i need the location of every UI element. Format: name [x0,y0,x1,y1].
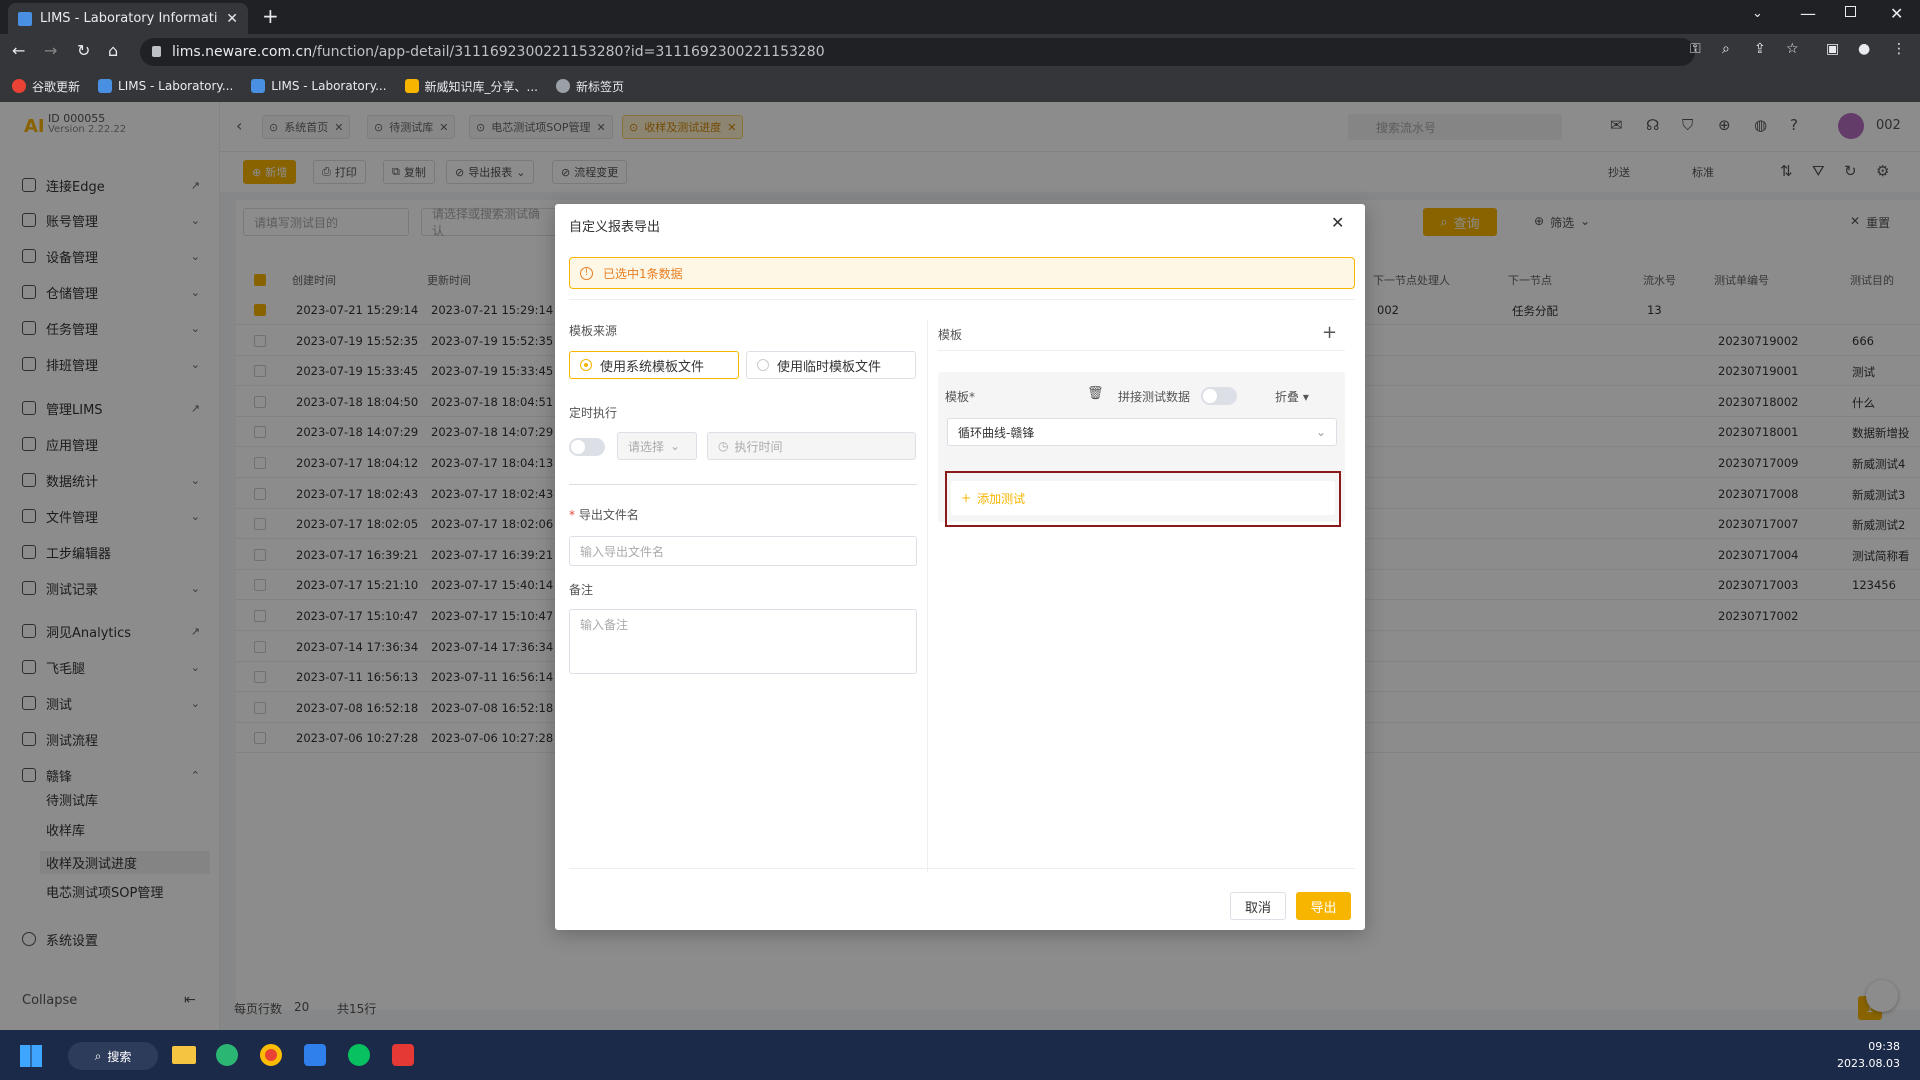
chrome-icon[interactable] [260,1044,282,1066]
plus-icon: + [961,491,972,505]
bookmarks-bar: 谷歌更新 LIMS - Laboratory... LIMS - Laborat… [0,70,1920,102]
forward-icon[interactable]: → [44,41,57,60]
bookmark-item[interactable]: LIMS - Laboratory... [98,79,233,93]
radio-dot [757,359,769,371]
folder-icon[interactable] [172,1046,196,1064]
chrome-icon [12,79,26,93]
share-icon[interactable]: ⇪ [1754,41,1766,57]
browser-tab-strip: LIMS - Laboratory Information ✕ + ⌄ — ✕ [0,0,1920,34]
required-mark: * [569,508,579,522]
star-icon[interactable]: ☆ [1786,41,1799,57]
edge-icon[interactable] [216,1044,238,1066]
url-domain: lims.neware.com.cn [172,44,313,60]
caret-down-icon: ▾ [1302,390,1309,404]
home-icon[interactable]: ⌂ [108,41,118,60]
reload-icon[interactable]: ↻ [77,41,90,60]
bookmark-item[interactable]: 新标签页 [556,78,624,95]
schedule-select[interactable]: 请选择 ⌄ [617,432,697,460]
column-divider [927,320,928,872]
concat-label: 拼接测试数据 [1118,390,1191,404]
trash-icon[interactable]: 🗑 [1087,386,1104,401]
knowledge-icon [404,79,419,93]
export-dialog: 自定义报表导出 ✕ ! 已选中1条数据 模板来源 使用系统模板文件 使用临时模板… [555,204,1365,930]
minimize-icon[interactable]: — [1800,4,1816,23]
tab-search-icon[interactable]: ⌄ [1752,6,1763,21]
remark-label: 备注 [569,583,594,597]
taskbar-search[interactable]: ⌕ 搜索 [68,1042,158,1070]
add-test-button[interactable]: + 添加测试 [951,481,1335,515]
sidepanel-icon[interactable]: ▣ [1826,41,1839,57]
use-system-template-option[interactable]: 使用系统模板文件 [569,351,739,379]
radio-dot [580,359,592,371]
lims-icon [98,79,113,93]
template-source-label: 模板来源 [569,324,618,338]
profile-icon[interactable]: ● [1858,41,1870,57]
bookmark-item[interactable]: LIMS - Laboratory... [251,79,387,93]
remark-textarea[interactable]: 输入备注 [569,609,917,674]
divider [569,299,1355,300]
wechat-icon[interactable] [348,1044,370,1066]
clock-date: 2023.08.03 [1837,1057,1900,1070]
chevron-down-icon: ⌄ [670,439,681,453]
filename-label: * 导出文件名 [569,508,639,522]
windows-start-icon[interactable] [20,1045,42,1067]
selection-alert: ! 已选中1条数据 [569,257,1355,289]
windows-taskbar: ⌕ 搜索 09:38 2023.08.03 [0,1030,1920,1080]
template-select[interactable]: 循环曲线-赣锋 ⌄ [947,418,1337,446]
restore-icon[interactable] [1845,6,1856,17]
template-panel-label: 模板 [938,328,963,342]
zoom-icon[interactable]: ⌕ [1722,41,1730,57]
dialog-title: 自定义报表导出 [569,220,661,235]
address-bar[interactable]: lims.neware.com.cn/function/app-detail/3… [140,38,1695,66]
schedule-toggle[interactable] [569,438,605,456]
lock-icon [152,46,161,57]
lims-icon [251,79,266,93]
schedule-label: 定时执行 [569,406,618,420]
clock-time: 09:38 [1868,1040,1900,1053]
close-tab-icon[interactable]: ✕ [226,11,238,27]
execute-time-input[interactable]: ◷ 执行时间 [707,432,916,460]
chevron-down-icon: ⌄ [1315,425,1326,439]
back-icon[interactable]: ← [12,41,25,60]
alert-text: 已选中1条数据 [603,266,683,281]
app-icon[interactable] [304,1044,326,1066]
search-icon: ⌕ [94,1048,102,1063]
close-window-icon[interactable]: ✕ [1890,4,1903,23]
new-tab-icon[interactable]: + [262,4,279,28]
concat-toggle[interactable] [1201,387,1237,405]
template-field-label: 模板* [945,390,976,404]
info-icon: ! [580,266,593,280]
menu-icon[interactable]: ⋮ [1892,41,1906,57]
globe-icon [556,79,570,93]
use-temp-template-option[interactable]: 使用临时模板文件 [746,351,916,379]
url-path: /function/app-detail/3111692300221153280… [312,44,825,60]
key-icon[interactable]: ⚿ [1690,41,1701,57]
export-button[interactable]: 导出 [1296,892,1351,920]
clock-icon: ◷ [718,439,729,453]
bookmark-item[interactable]: 谷歌更新 [12,78,80,95]
fold-toggle[interactable]: 折叠 ▾ [1275,388,1309,405]
browser-tab-title: LIMS - Laboratory Information [40,11,219,26]
add-template-icon[interactable]: + [1322,322,1337,343]
cancel-button[interactable]: 取消 [1230,892,1286,920]
wps-icon[interactable] [392,1044,414,1066]
browser-tab[interactable]: LIMS - Laboratory Information ✕ [8,3,248,34]
filename-input[interactable]: 输入导出文件名 [569,536,917,566]
divider [938,350,1345,351]
favicon-icon [18,11,32,26]
close-icon[interactable]: ✕ [1331,213,1344,232]
bookmark-item[interactable]: 新威知识库_分享、... [404,78,538,95]
divider [569,868,1355,869]
divider [569,484,917,485]
